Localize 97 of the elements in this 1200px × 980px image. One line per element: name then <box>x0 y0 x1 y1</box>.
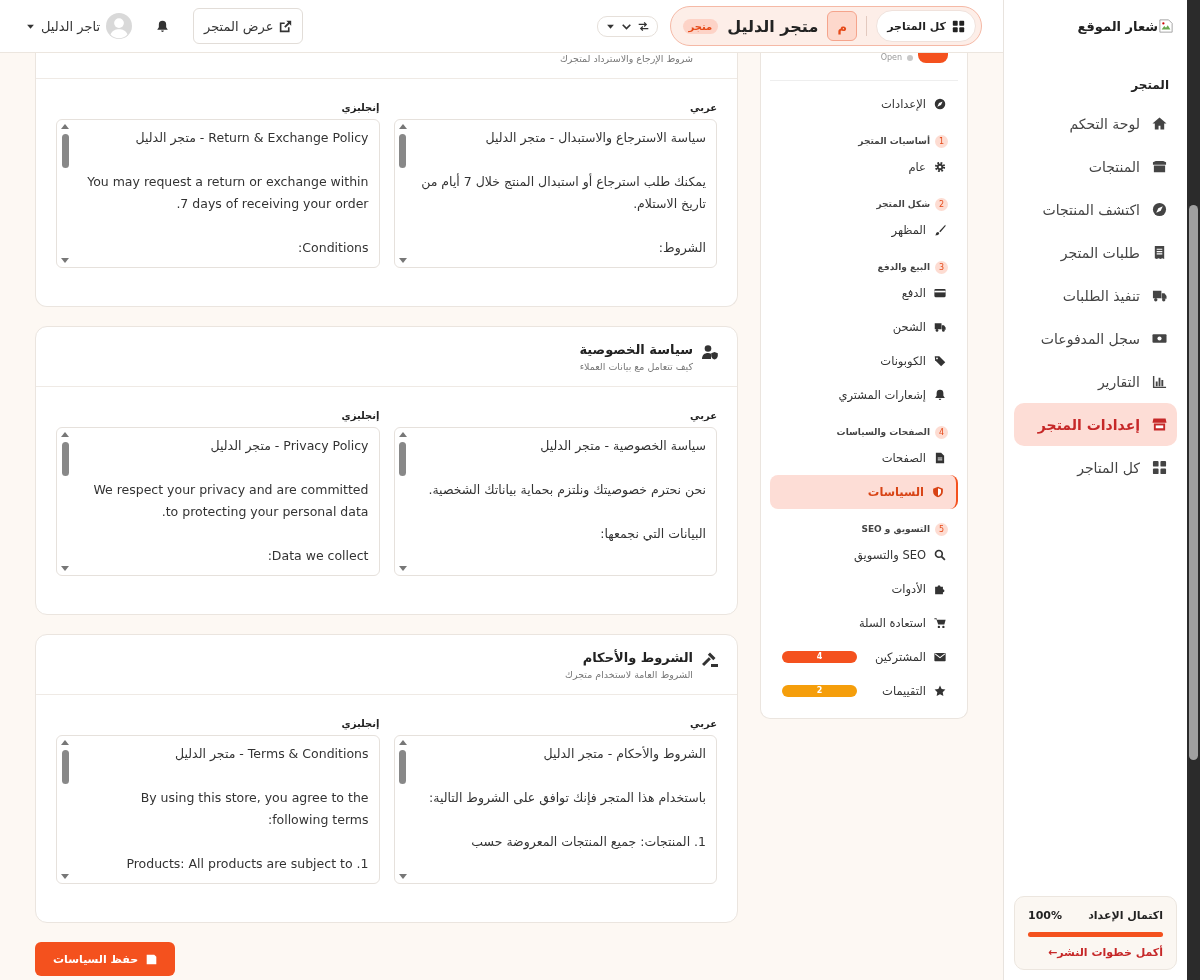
status-dot <box>907 55 913 61</box>
truck-icon <box>934 321 946 333</box>
policy-text-area[interactable]: Return & Exchange Policy - متجر الدليل You may request a return or exchange within 7 days of receiving your order. Conditions: <box>56 119 380 268</box>
notifications-icon[interactable] <box>156 19 170 33</box>
settings-nav-item[interactable]: SEO والتسويق <box>770 538 958 572</box>
money-icon <box>1152 331 1167 346</box>
count-badge: 2 <box>782 685 857 697</box>
settings-icon <box>934 161 946 173</box>
settings-nav-item[interactable]: الصفحات <box>770 441 958 475</box>
policy-text-area[interactable]: الشروط والأحكام - متجر الدليل باستخدام هذا المتجر فإنك توافق على الشروط التالية: 1. المنتجات: جميع المنتجات المعروضة حسب <box>393 735 717 884</box>
publish-steps-link[interactable]: أكمل خطوات النشر← <box>1028 946 1163 959</box>
card-subtitle: شروط الإرجاع والاسترداد لمتجرك <box>560 53 693 64</box>
logo-alt-text: شعار الموقع <box>1077 18 1158 34</box>
card-title: الشروط والأحكام <box>581 650 693 665</box>
settings-nav-item[interactable]: عام <box>770 150 958 184</box>
card-subtitle: الشروط العامة لاستخدام متجرك <box>565 669 693 680</box>
shield-icon <box>932 486 944 498</box>
cart-icon <box>934 617 946 629</box>
store-dropdown[interactable] <box>596 15 658 37</box>
step-number: 1 <box>935 134 948 148</box>
bell-icon <box>934 389 946 401</box>
user-menu[interactable]: تاجر الدليل <box>26 13 133 39</box>
swap-arrows-icon <box>637 20 649 32</box>
gavel-icon <box>702 652 718 668</box>
compass-icon <box>1152 202 1167 217</box>
settings-nav-item[interactable]: الدفع <box>770 276 958 310</box>
sidebar-item[interactable]: اكتشف المنتجات <box>1014 188 1177 231</box>
field-label: عربي <box>689 718 717 729</box>
group-heading: الصفحات والسياسات <box>836 427 930 437</box>
status-pill <box>918 53 948 63</box>
field-label: إنجليزي <box>340 410 380 421</box>
card-title: سياسة الخصوصية <box>579 342 693 357</box>
field-label: إنجليزي <box>340 718 380 729</box>
policy-text-area[interactable]: سياسة الخصوصية - متجر الدليل نحن نحترم خصوصيتك ونلتزم بحماية بياناتك الشخصية. البيانات التي نجمعها: <box>393 427 717 576</box>
sidebar-item[interactable]: المنتجات <box>1014 145 1177 188</box>
search-icon <box>934 549 946 561</box>
step-number: 5 <box>935 522 948 536</box>
sidebar-item[interactable]: طلبات المتجر <box>1014 231 1177 274</box>
brush-icon <box>934 224 946 236</box>
view-store-button[interactable]: عرض المتجر <box>193 8 304 44</box>
star-icon <box>934 685 946 697</box>
settings-nav-item[interactable]: الإعدادات <box>770 87 958 121</box>
step-number: 2 <box>935 197 948 211</box>
settings-nav-item[interactable]: الأدوات <box>770 572 958 606</box>
settings-nav-item[interactable]: استعادة السلة <box>770 606 958 640</box>
group-heading: أساسيات المتجر <box>858 136 930 146</box>
step-number: 4 <box>935 425 948 439</box>
settings-nav-item[interactable]: إشعارات المشتري <box>770 378 958 412</box>
envelope-icon <box>934 651 946 663</box>
policy-text-area[interactable]: سياسة الاسترجاع والاستبدال - متجر الدليل يمكنك طلب استرجاع أو استبدال المنتج خلال 7 أيام من تاريخ الاستلام. الشروط: <box>393 119 717 268</box>
count-badge: 4 <box>782 651 857 663</box>
progress-title: اكتمال الإعداد <box>1088 909 1163 922</box>
store-badge: متجر <box>682 18 719 34</box>
receipt-icon <box>1152 245 1167 260</box>
home-icon <box>1152 116 1167 131</box>
store-name: متجر الدليل <box>727 16 819 36</box>
all-stores-button[interactable]: كل المتاجر <box>876 10 976 42</box>
user-shield-icon <box>702 344 718 360</box>
settings-nav-item[interactable]: الكوبونات <box>770 344 958 378</box>
settings-nav-item[interactable]: الشحن <box>770 310 958 344</box>
box-icon <box>1152 159 1167 174</box>
section-heading: المتجر <box>1129 78 1169 92</box>
status-label: Open <box>880 53 902 63</box>
bar-chart-icon <box>1152 374 1167 389</box>
sidebar-item[interactable]: سجل المدفوعات <box>1014 317 1177 360</box>
tags-icon <box>934 355 946 367</box>
page-scrollbar[interactable] <box>1187 0 1200 980</box>
compass-icon <box>934 98 946 110</box>
grid-icon <box>1152 460 1167 475</box>
truck-icon <box>1152 288 1167 303</box>
step-number: 3 <box>935 260 948 274</box>
field-label: عربي <box>689 410 717 421</box>
avatar-icon <box>106 13 133 39</box>
document-icon <box>934 452 946 464</box>
external-link-icon <box>279 19 293 33</box>
grid-icon <box>952 19 965 33</box>
store-icon <box>1152 417 1167 432</box>
broken-image-icon <box>1159 19 1173 33</box>
card-subtitle: كيف تتعامل مع بيانات العملاء <box>579 361 693 372</box>
sidebar-item[interactable]: تنفيذ الطلبات <box>1014 274 1177 317</box>
sidebar-item[interactable]: التقارير <box>1014 360 1177 403</box>
group-heading: التسويق و SEO <box>861 524 930 534</box>
progress-percent: 100% <box>1028 909 1062 922</box>
save-icon <box>146 953 158 965</box>
settings-nav-item[interactable]: المظهر <box>770 213 958 247</box>
policy-text-area[interactable]: Privacy Policy - متجر الدليل We respect your privacy and are committed to protecting your personal data. Data we collect: <box>56 427 380 576</box>
sidebar-item[interactable]: كل المتاجر <box>1014 446 1177 489</box>
puzzle-icon <box>934 583 946 595</box>
credit-card-icon <box>934 287 946 299</box>
policy-text-area[interactable]: Terms & Conditions - متجر الدليل By using this store, you agree to the following terms: 1. Products: All products are subject to <box>56 735 380 884</box>
field-label: عربي <box>689 102 717 113</box>
store-initial-avatar: م <box>827 11 858 41</box>
field-label: إنجليزي <box>340 102 380 113</box>
group-heading: البيع والدفع <box>877 262 930 272</box>
group-heading: شكل المتجر <box>876 199 930 209</box>
sidebar-item[interactable]: لوحة التحكم <box>1014 102 1177 145</box>
sidebar-item[interactable]: إعدادات المتجر <box>1014 403 1177 446</box>
